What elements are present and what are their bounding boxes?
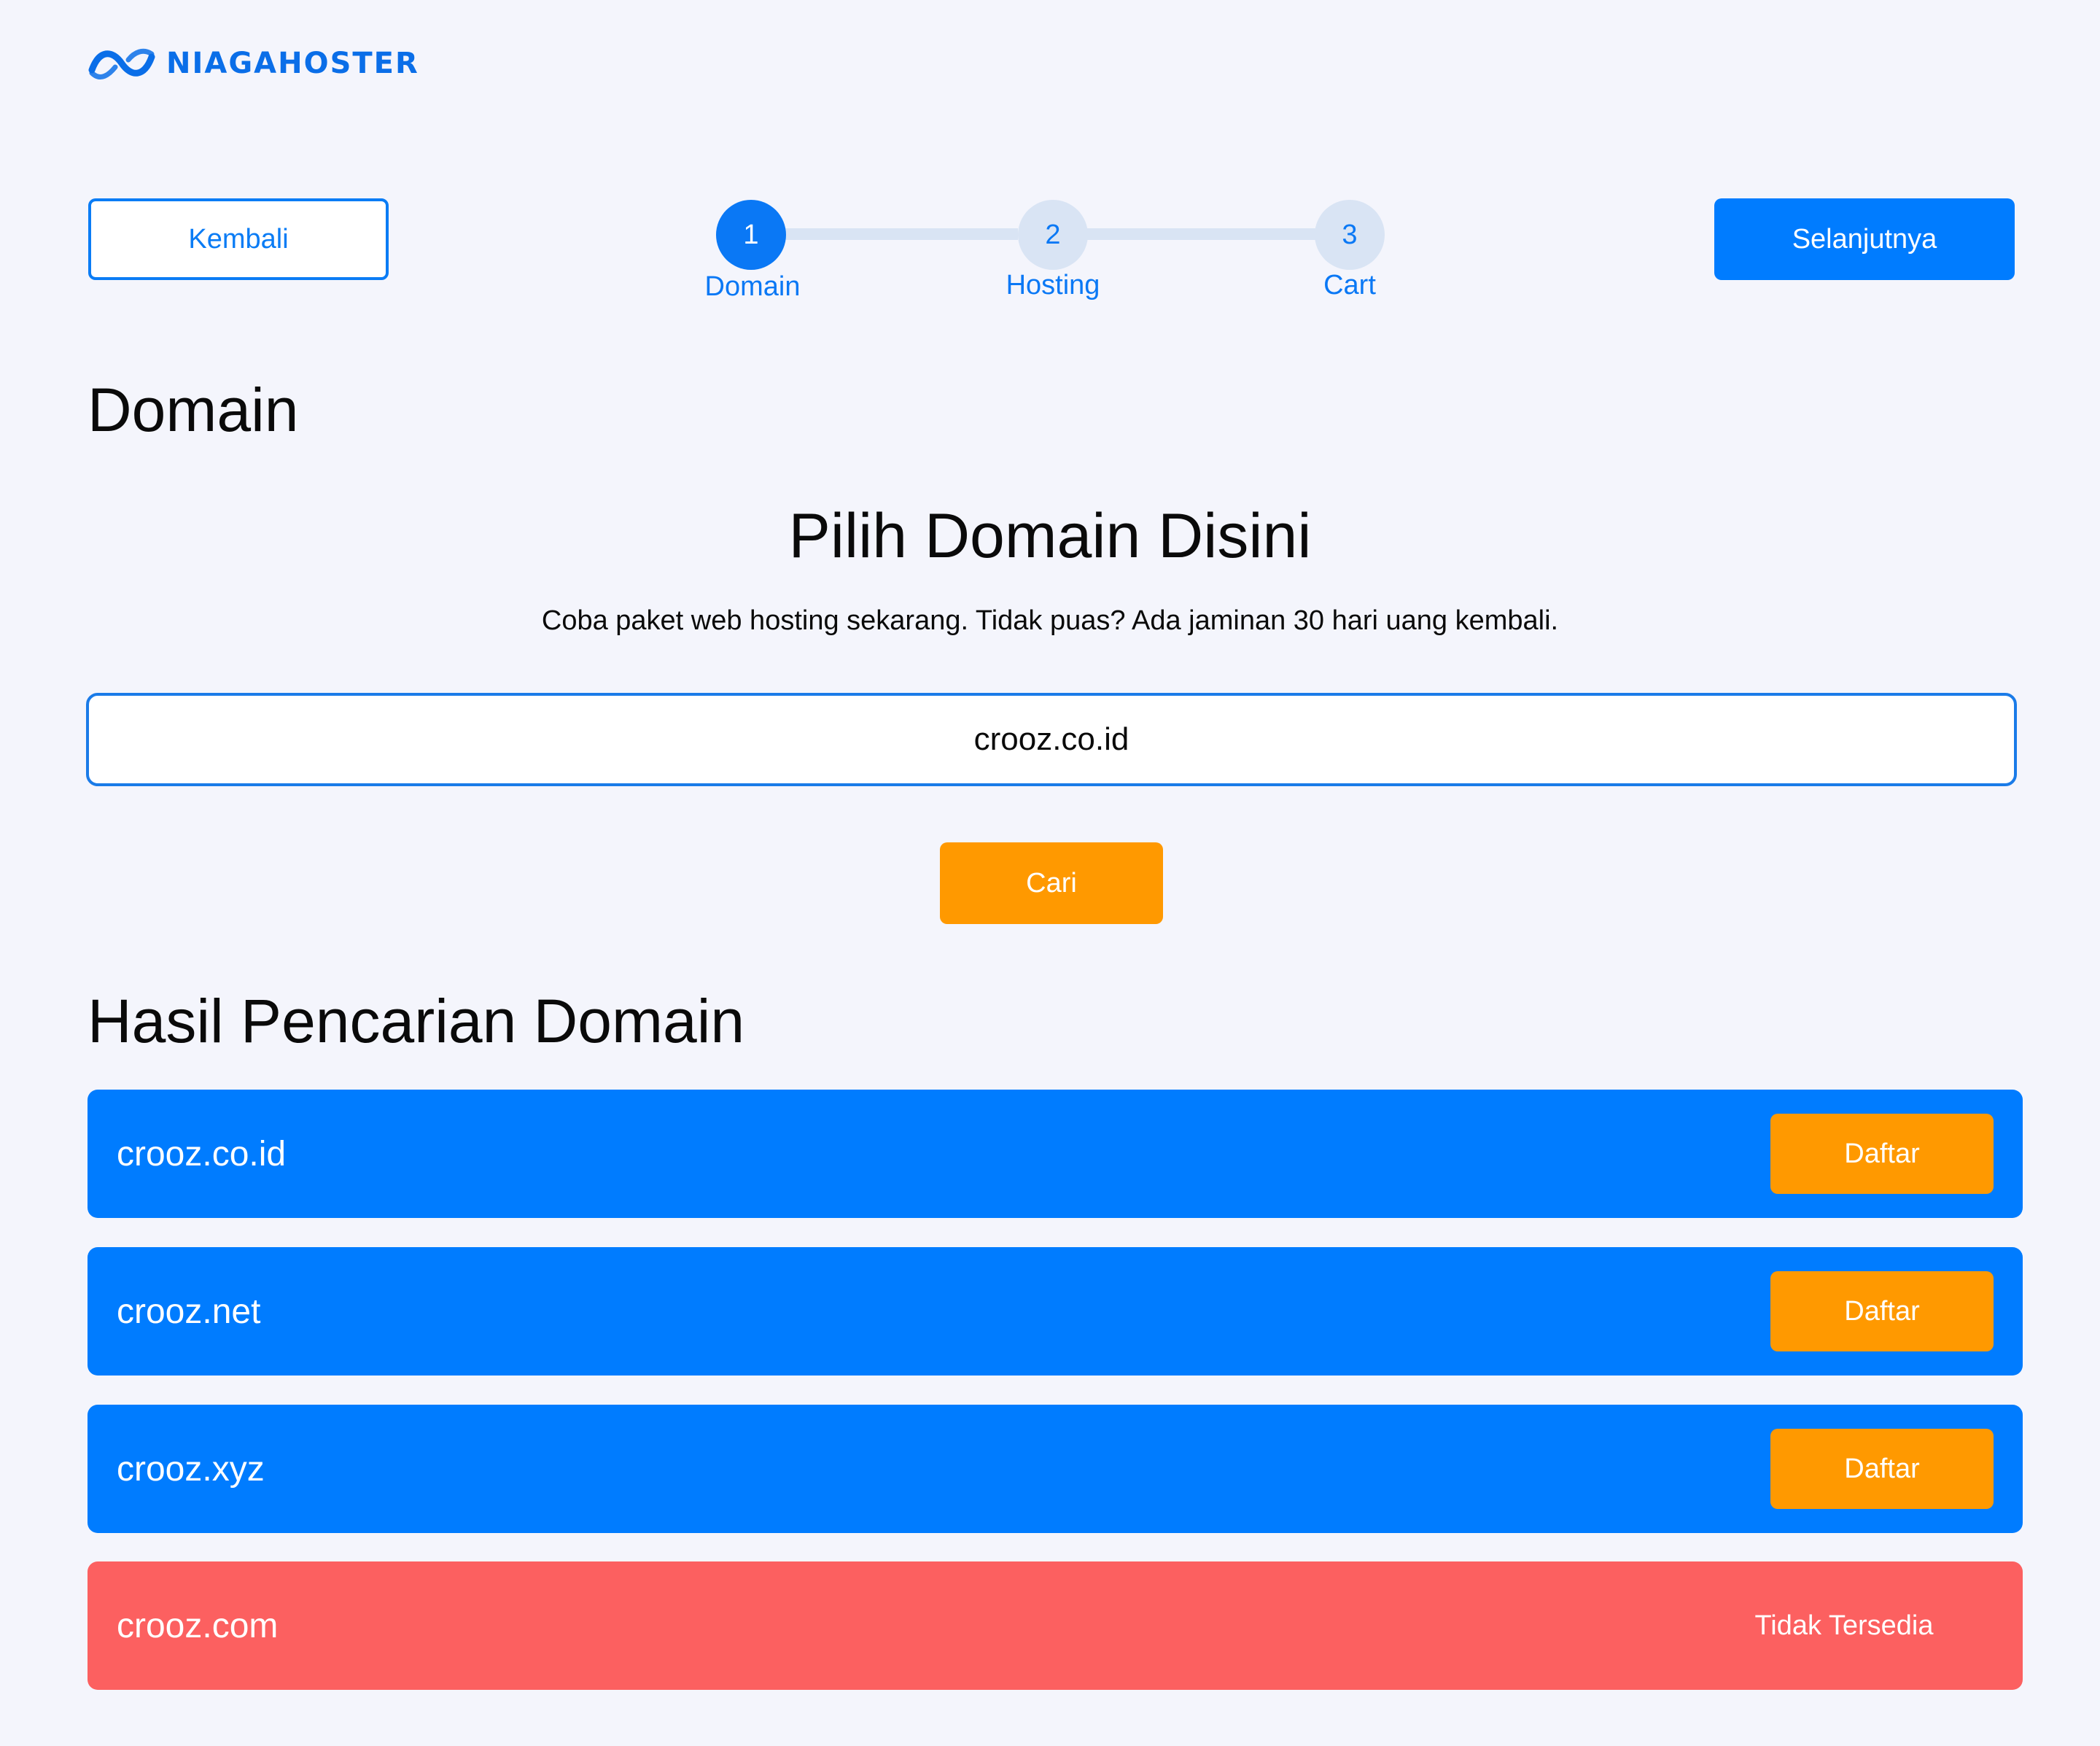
page: NIAGAHOSTER Kembali 1 2 3 Domain Hosting… (0, 0, 2100, 1746)
result-domain: crooz.com (117, 1606, 279, 1645)
step-3-circle[interactable]: 3 (1315, 200, 1385, 270)
unavailable-status: Tidak Tersedia (1754, 1610, 1934, 1641)
result-row: crooz.co.id Daftar (88, 1090, 2023, 1218)
register-button[interactable]: Daftar (1770, 1114, 1994, 1194)
step-2-circle[interactable]: 2 (1018, 200, 1088, 270)
register-button[interactable]: Daftar (1770, 1271, 1994, 1351)
step-1-circle[interactable]: 1 (716, 200, 786, 270)
result-row: crooz.com Tidak Tersedia (88, 1561, 2023, 1690)
search-button[interactable]: Cari (940, 842, 1163, 924)
result-domain: crooz.co.id (117, 1134, 287, 1173)
step-3-label: Cart (1323, 270, 1376, 300)
result-domain: crooz.xyz (117, 1449, 265, 1489)
domain-search-input[interactable] (86, 693, 2017, 786)
step-1-label: Domain (704, 271, 801, 302)
page-title: Domain (88, 376, 299, 444)
back-button[interactable]: Kembali (88, 198, 389, 280)
stepper-connector (1086, 228, 1317, 240)
hero-title: Pilih Domain Disini (788, 501, 1312, 571)
stepper-connector (785, 228, 1018, 240)
register-button[interactable]: Daftar (1770, 1429, 1994, 1509)
result-row: crooz.net Daftar (88, 1247, 2023, 1376)
result-row: crooz.xyz Daftar (88, 1405, 2023, 1533)
result-domain: crooz.net (117, 1292, 261, 1331)
step-2-label: Hosting (1006, 270, 1100, 300)
hero-subtitle: Coba paket web hosting sekarang. Tidak p… (541, 605, 1559, 636)
wave-infinity-icon (88, 48, 155, 79)
brand-logo[interactable]: NIAGAHOSTER (88, 45, 419, 82)
next-button[interactable]: Selanjutnya (1714, 198, 2015, 280)
results-title: Hasil Pencarian Domain (88, 987, 745, 1055)
brand-name: NIAGAHOSTER (166, 47, 419, 80)
